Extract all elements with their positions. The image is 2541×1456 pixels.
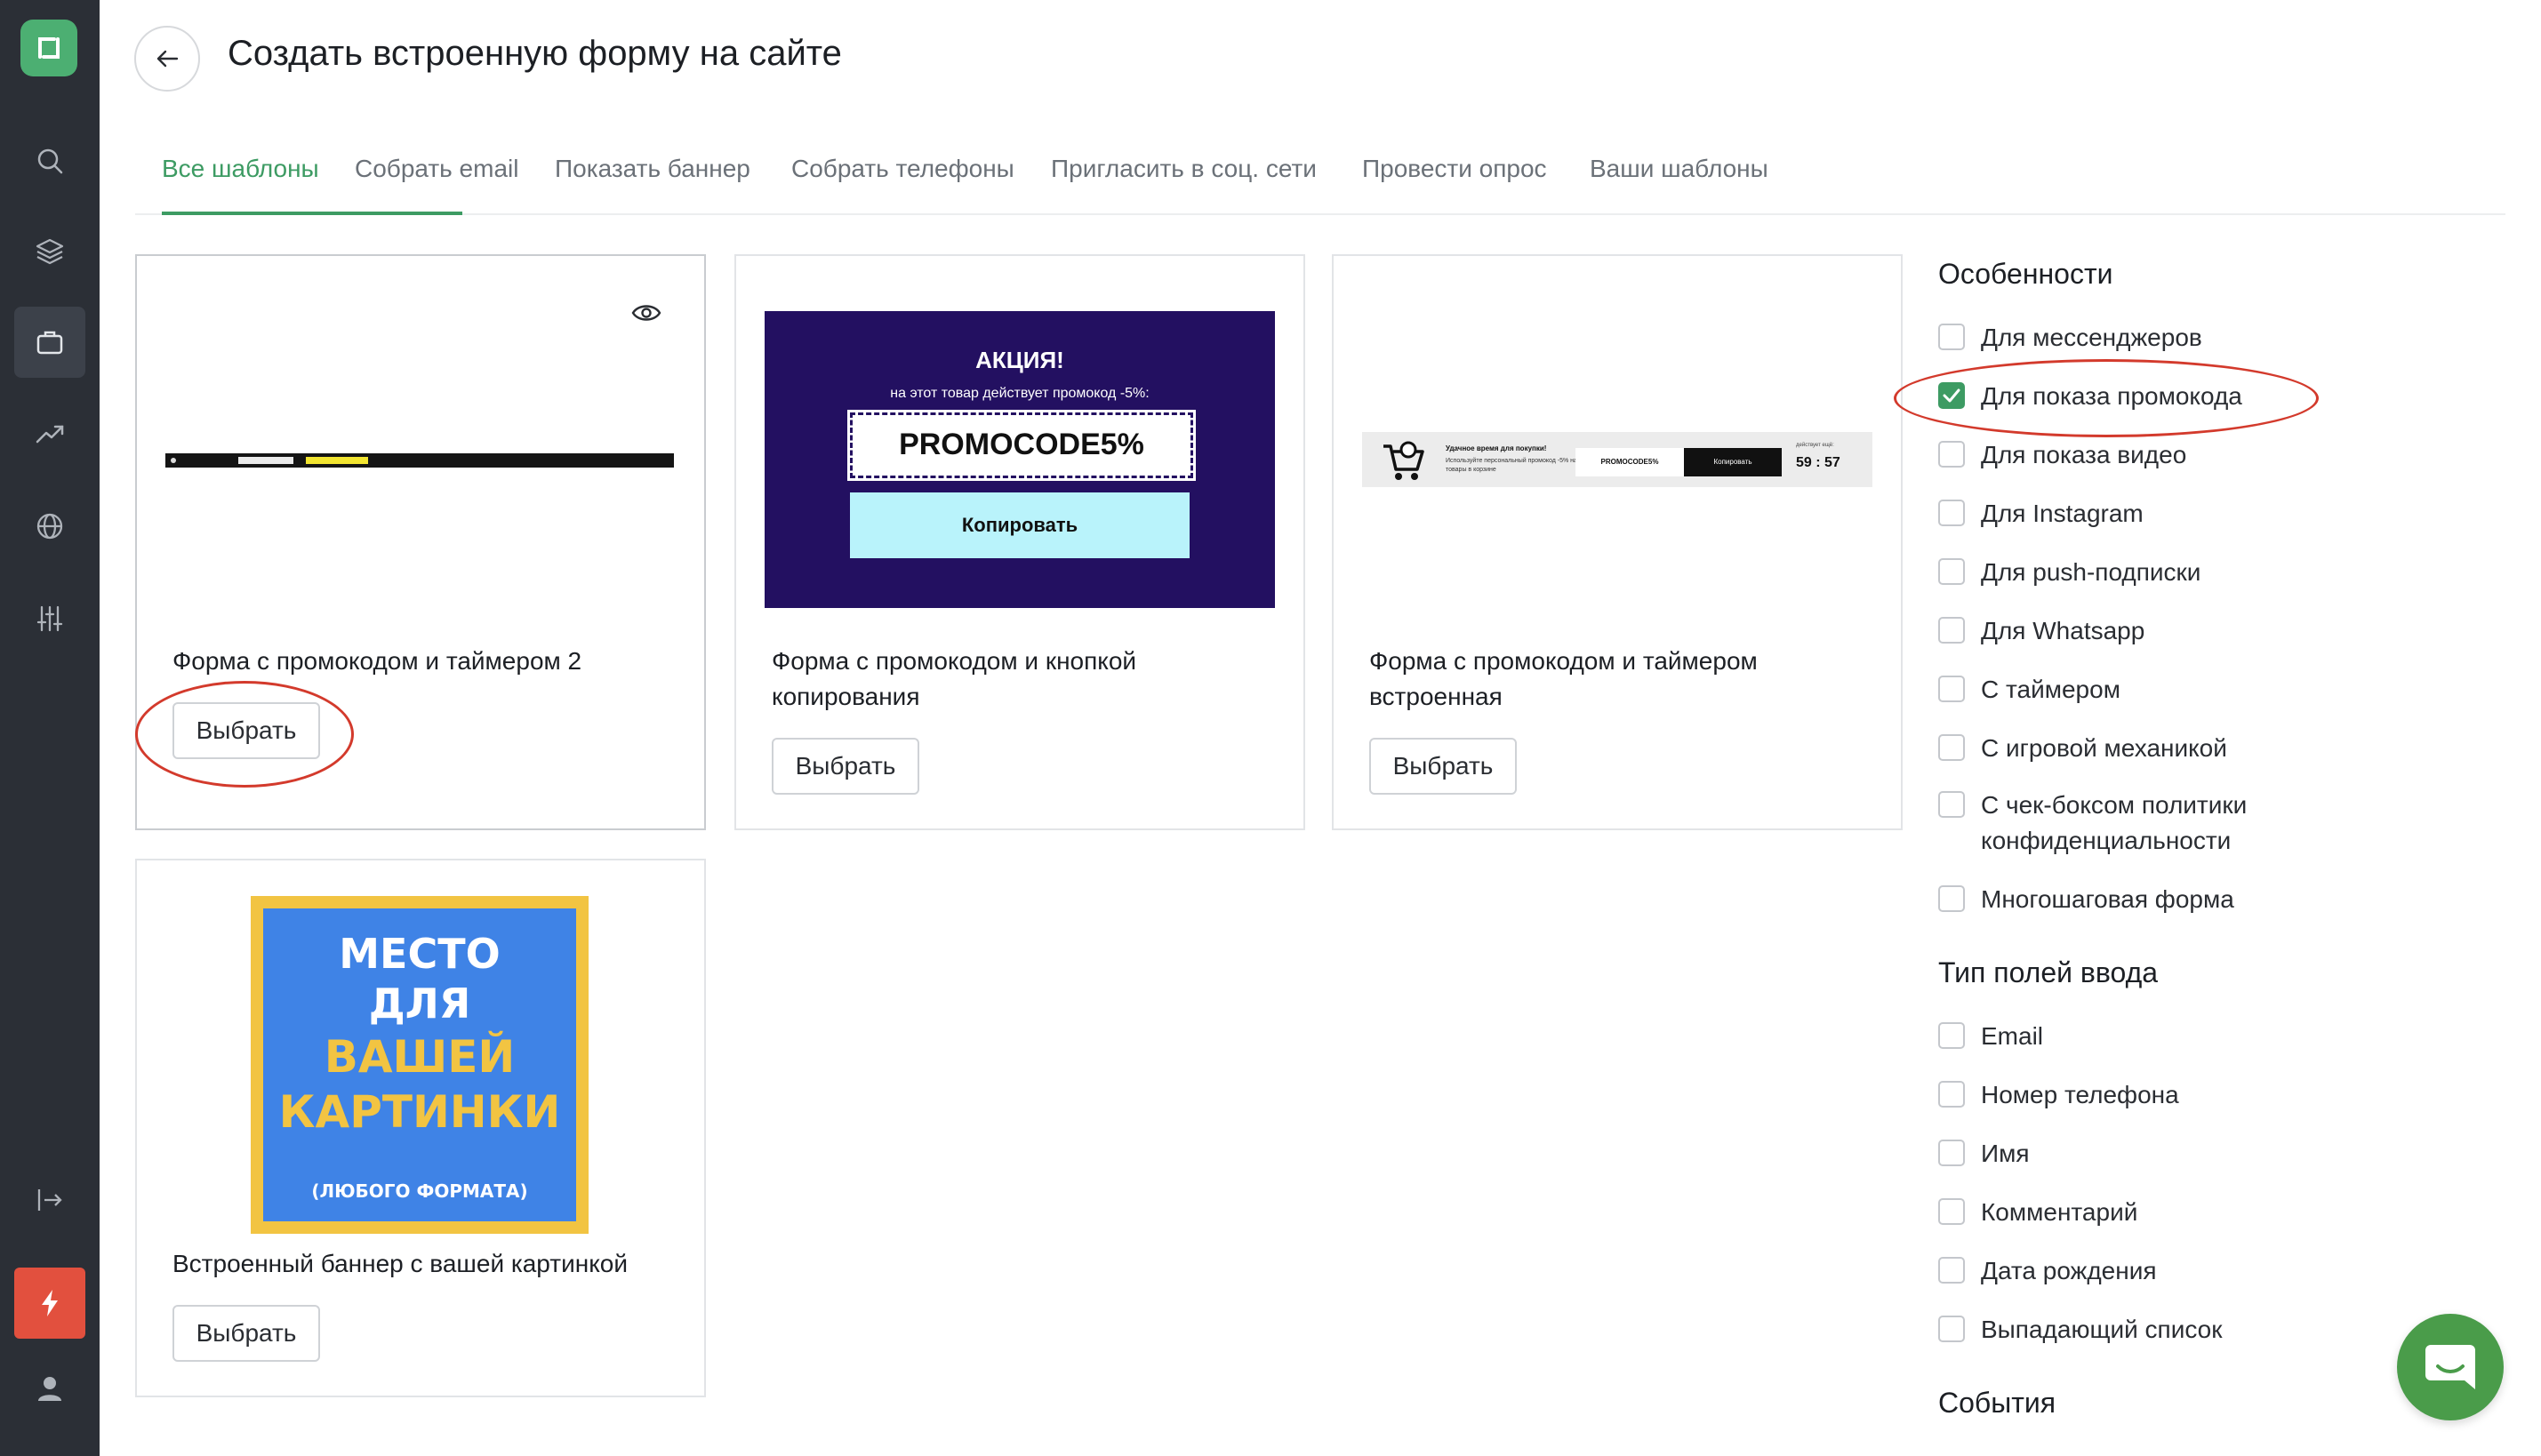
back-button[interactable]: [134, 26, 200, 92]
filter-dropdown[interactable]: Выпадающий список: [1938, 1312, 2337, 1351]
preview-timer: 59 : 57: [1796, 455, 1840, 470]
globe-icon[interactable]: [14, 491, 85, 562]
eye-icon[interactable]: [631, 302, 661, 324]
preview-timer-label: действует ещё:: [1796, 443, 1834, 448]
filter-messengers[interactable]: Для мессенджеров: [1938, 320, 2337, 359]
template-card[interactable]: МЕСТО ДЛЯ ВАШЕЙ КАРТИНКИ (ЛЮБОГО ФОРМАТА…: [135, 859, 706, 1397]
filter-name[interactable]: Имя: [1938, 1136, 2337, 1175]
checkbox[interactable]: [1938, 1316, 1965, 1342]
template-preview: АКЦИЯ! на этот товар действует промокод …: [765, 311, 1275, 608]
filter-privacy-checkbox[interactable]: С чек-боксом политики конфиденциальности: [1938, 788, 2337, 862]
checkbox[interactable]: [1938, 441, 1965, 468]
preview-line2: Используйте персональный промокод -5% на…: [1446, 458, 1577, 473]
preview-heading: АКЦИЯ!: [975, 347, 1064, 373]
features-heading: Особенности: [1938, 258, 2113, 290]
lightning-icon[interactable]: [14, 1268, 85, 1339]
filter-phone[interactable]: Номер телефона: [1938, 1077, 2337, 1116]
events-heading: События: [1938, 1387, 2056, 1419]
tab-invite-social[interactable]: Пригласить в соц. сети: [1051, 155, 1317, 183]
filter-comment[interactable]: Комментарий: [1938, 1195, 2337, 1234]
tab-collect-phones[interactable]: Собрать телефоны: [791, 155, 1014, 183]
checkbox[interactable]: [1938, 1022, 1965, 1049]
trend-up-icon[interactable]: [14, 398, 85, 469]
template-title: Встроенный баннер с вашей картинкой: [172, 1250, 628, 1277]
filter-whatsapp[interactable]: Для Whatsapp: [1938, 613, 2337, 652]
checkbox[interactable]: [1938, 885, 1965, 912]
app-logo-icon[interactable]: [20, 20, 77, 76]
user-icon[interactable]: [14, 1353, 85, 1424]
template-card[interactable]: Удачное время для покупки! Используйте п…: [1332, 254, 1903, 830]
select-button[interactable]: Выбрать: [772, 738, 919, 795]
checkbox[interactable]: [1938, 1257, 1965, 1284]
select-button[interactable]: Выбрать: [172, 1305, 320, 1362]
filter-multistep[interactable]: Многошаговая форма: [1938, 882, 2337, 921]
search-icon[interactable]: [14, 125, 85, 196]
preview-line3: ВАШЕЙ: [324, 1031, 516, 1083]
tab-your-templates[interactable]: Ваши шаблоны: [1590, 155, 1768, 183]
preview-line1: МЕСТО: [339, 930, 501, 978]
checkbox[interactable]: [1938, 1081, 1965, 1108]
preview-copy-button: Копировать: [850, 492, 1190, 558]
tab-show-banner[interactable]: Показать баннер: [555, 155, 750, 183]
checkbox[interactable]: [1938, 676, 1965, 702]
fields-heading: Тип полей ввода: [1938, 956, 2159, 988]
chat-icon: [2425, 1345, 2475, 1389]
annotation-ellipse: [1894, 359, 2319, 437]
filter-instagram[interactable]: Для Instagram: [1938, 496, 2337, 535]
preview-line4: КАРТИНКИ: [278, 1086, 561, 1138]
preview-promo-code: PROMOCODE5%: [847, 410, 1196, 481]
checkbox[interactable]: [1938, 617, 1965, 644]
preview-subtext: на этот товар действует промокод -5%:: [890, 386, 1150, 401]
filter-push[interactable]: Для push-подписки: [1938, 555, 2337, 594]
checkbox[interactable]: [1938, 324, 1965, 350]
filter-birthdate[interactable]: Дата рождения: [1938, 1253, 2337, 1292]
arrow-left-icon: [156, 50, 179, 68]
template-card[interactable]: АКЦИЯ! на этот товар действует промокод …: [734, 254, 1305, 830]
tab-collect-email[interactable]: Собрать email: [355, 155, 518, 183]
logout-icon[interactable]: [14, 1164, 85, 1236]
checkbox[interactable]: [1938, 1140, 1965, 1166]
preview-copy-button: Копировать: [1684, 448, 1782, 476]
preview-line5: (ЛЮБОГО ФОРМАТА): [311, 1180, 528, 1202]
tab-all-templates[interactable]: Все шаблоны: [162, 155, 319, 183]
template-tabs: Все шаблоны Собрать email Показать банне…: [135, 142, 2505, 215]
active-tab-indicator: [162, 212, 462, 215]
annotation-ellipse: [135, 681, 354, 788]
checkbox[interactable]: [1938, 500, 1965, 526]
briefcase-icon[interactable]: [14, 307, 85, 378]
select-button[interactable]: Выбрать: [1369, 738, 1517, 795]
filter-timer[interactable]: С таймером: [1938, 672, 2337, 711]
page-title: Создать встроенную форму на сайте: [228, 34, 842, 73]
filter-game[interactable]: С игровой механикой: [1938, 731, 2337, 770]
template-preview: [165, 453, 674, 468]
template-title: Форма с промокодом и таймером встроенная: [1369, 647, 1758, 710]
tab-survey[interactable]: Провести опрос: [1362, 155, 1547, 183]
template-preview: МЕСТО ДЛЯ ВАШЕЙ КАРТИНКИ (ЛЮБОГО ФОРМАТА…: [251, 896, 589, 1234]
template-title: Форма с промокодом и таймером 2: [172, 647, 582, 675]
checkbox[interactable]: [1938, 558, 1965, 585]
filter-video[interactable]: Для показа видео: [1938, 437, 2337, 476]
checkbox[interactable]: [1938, 791, 1965, 818]
preview-line1: Удачное время для покупки!: [1446, 444, 1547, 452]
preview-line2: ДЛЯ: [368, 980, 471, 1028]
cart-icon: [1383, 441, 1424, 480]
template-title: Форма с промокодом и кнопкой копирования: [772, 647, 1137, 710]
template-preview: Удачное время для покупки! Используйте п…: [1362, 432, 1872, 487]
sidebar: [0, 0, 100, 1456]
preview-promo-code: PROMOCODE5%: [1575, 448, 1684, 476]
checkbox[interactable]: [1938, 1198, 1965, 1225]
sliders-icon[interactable]: [14, 583, 85, 654]
chat-button[interactable]: [2397, 1314, 2504, 1420]
layers-icon[interactable]: [14, 216, 85, 287]
checkbox[interactable]: [1938, 734, 1965, 761]
filter-email[interactable]: Email: [1938, 1019, 2337, 1058]
